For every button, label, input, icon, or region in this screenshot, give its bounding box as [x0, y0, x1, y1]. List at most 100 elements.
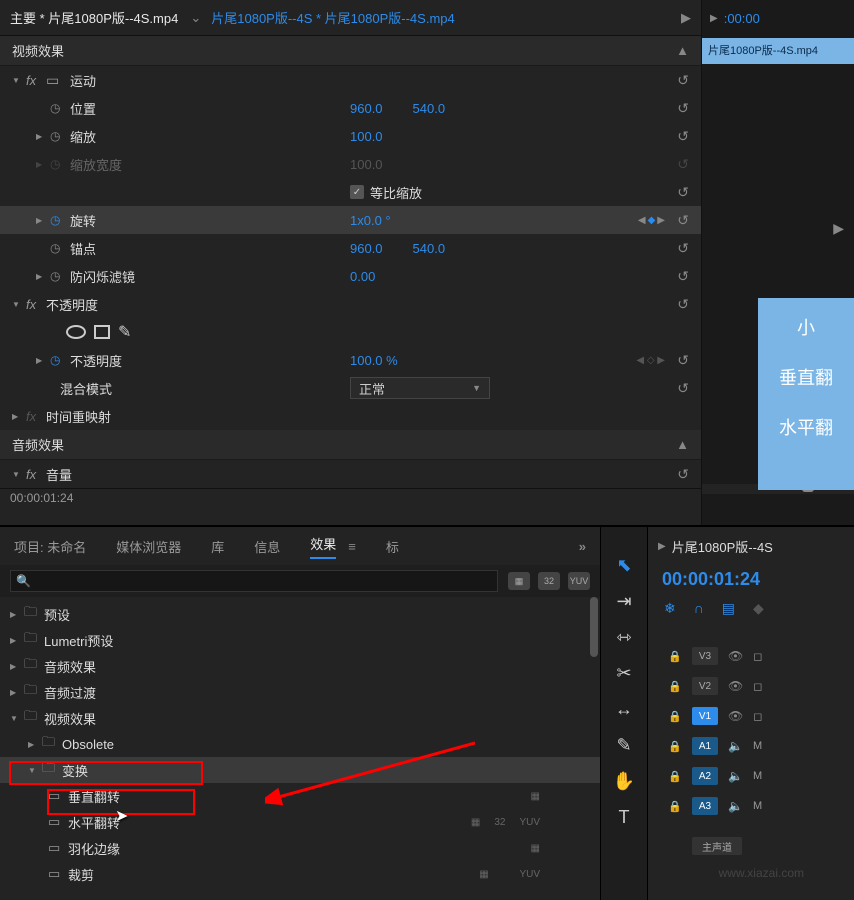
folder-audio-trans[interactable]: 🗀音频过渡: [0, 679, 600, 705]
pen-mask-button[interactable]: ✎: [118, 322, 131, 342]
magnet-icon[interactable]: ∩: [694, 600, 704, 617]
chevron-down-icon[interactable]: ⌄: [190, 10, 201, 26]
reset-icon[interactable]: ↺: [677, 72, 689, 89]
stopwatch-icon[interactable]: ◷: [50, 213, 70, 227]
breadcrumb[interactable]: 片尾1080P版--4S * 片尾1080P版--4S.mp4: [211, 8, 454, 27]
tab-effects[interactable]: 效果: [310, 534, 336, 559]
lock-icon[interactable]: 🔒: [668, 770, 682, 783]
lock-icon[interactable]: 🔒: [668, 680, 682, 693]
blend-mode-dropdown[interactable]: 正常 ▼: [350, 377, 490, 399]
arrow-down-icon[interactable]: [12, 299, 26, 310]
tab-info[interactable]: 信息: [254, 537, 280, 556]
effect-hflip[interactable]: ▭水平翻转▦32YUV: [0, 809, 600, 835]
search-input[interactable]: [10, 570, 498, 592]
lock-icon[interactable]: 🔒: [668, 740, 682, 753]
effects-tree[interactable]: 🗀预设 🗀Lumetri预设 🗀音频效果 🗀音频过渡 🗀视频效果 🗀Obsole…: [0, 597, 600, 893]
sequence-name[interactable]: 片尾1080P版--4S: [672, 537, 773, 556]
track-master[interactable]: 主声道: [648, 831, 854, 861]
time-remap-effect[interactable]: fx 时间重映射: [0, 402, 701, 430]
track-a1[interactable]: 🔒A1🔈M: [648, 731, 854, 761]
mute-icon[interactable]: 🔈: [728, 769, 743, 783]
rotation-value[interactable]: 1x0.0 °: [350, 213, 391, 228]
stopwatch-icon[interactable]: ◷: [50, 241, 70, 255]
effect-vflip[interactable]: ▭垂直翻转▦: [0, 783, 600, 809]
clip-tab-active[interactable]: 主要 * 片尾1080P版--4S.mp4: [10, 8, 178, 27]
scale-property[interactable]: ◷ 缩放 100.0 ↺: [0, 122, 701, 150]
32bit-badge[interactable]: 32: [538, 572, 560, 590]
reset-icon[interactable]: ↺: [677, 100, 689, 117]
scale-value[interactable]: 100.0: [350, 129, 383, 144]
stopwatch-icon[interactable]: ◷: [50, 129, 70, 143]
accelerated-badge[interactable]: ▦: [508, 572, 530, 590]
tab-markers[interactable]: 标: [386, 537, 399, 556]
opacity-value[interactable]: 100.0 %: [350, 353, 398, 368]
slip-tool[interactable]: ↔: [601, 691, 647, 727]
play-icon[interactable]: ▶: [710, 13, 718, 24]
antiflicker-value[interactable]: 0.00: [350, 269, 375, 284]
reset-icon[interactable]: ↺: [677, 466, 689, 483]
effect-feather[interactable]: ▭羽化边缘▦: [0, 835, 600, 861]
stopwatch-icon[interactable]: ◷: [50, 353, 70, 367]
track-v1[interactable]: 🔒V1👁◻: [648, 701, 854, 731]
arrow-right-icon[interactable]: [36, 271, 50, 282]
audio-effects-header[interactable]: 音频效果 ▲: [0, 430, 701, 460]
tab-project[interactable]: 项目: 未命名: [14, 537, 86, 556]
linked-selection-icon[interactable]: ▤: [722, 600, 735, 617]
keyframe-nav[interactable]: ◀ ◇ ▶: [636, 355, 665, 366]
eye-icon[interactable]: 👁: [728, 649, 743, 663]
folder-presets[interactable]: 🗀预设: [0, 601, 600, 627]
position-x[interactable]: 960.0: [350, 101, 383, 116]
keyframe-nav[interactable]: ◀ ◆ ▶: [638, 215, 665, 226]
eye-icon[interactable]: 👁: [728, 709, 743, 723]
overflow-icon[interactable]: »: [579, 539, 586, 554]
scrollbar-thumb[interactable]: [590, 597, 598, 657]
video-effects-header[interactable]: 视频效果 ▲: [0, 36, 701, 66]
reset-icon[interactable]: ↺: [677, 184, 689, 201]
tab-media-browser[interactable]: 媒体浏览器: [116, 537, 181, 556]
volume-effect[interactable]: fx 音量 ↺: [0, 460, 701, 488]
chevron-icon[interactable]: ▶: [658, 541, 666, 552]
ellipse-mask-button[interactable]: [66, 325, 86, 339]
stopwatch-icon[interactable]: ◷: [50, 101, 70, 115]
position-property[interactable]: ◷ 位置 960.0 540.0 ↺: [0, 94, 701, 122]
folder-audio-fx[interactable]: 🗀音频效果: [0, 653, 600, 679]
reset-icon[interactable]: ↺: [677, 240, 689, 257]
reset-icon[interactable]: ↺: [677, 128, 689, 145]
collapse-icon[interactable]: ▲: [676, 43, 689, 58]
snap-icon[interactable]: ❄: [664, 600, 676, 617]
selection-tool[interactable]: ⬉: [601, 547, 647, 583]
arrow-right-icon[interactable]: ▶: [681, 10, 691, 26]
opacity-effect[interactable]: fx 不透明度 ↺: [0, 290, 701, 318]
reset-icon[interactable]: ↺: [677, 380, 689, 397]
markers-icon[interactable]: ◆: [753, 600, 764, 617]
folder-obsolete[interactable]: 🗀Obsolete: [0, 731, 600, 757]
arrow-right-icon[interactable]: [36, 355, 50, 366]
opacity-value-property[interactable]: ◷ 不透明度 100.0 % ◀ ◇ ▶ ↺: [0, 346, 701, 374]
fx-icon[interactable]: fx: [26, 297, 46, 312]
fx-icon[interactable]: fx: [26, 467, 46, 482]
eye-icon[interactable]: 👁: [728, 679, 743, 693]
rotation-property[interactable]: ◷ 旋转 1x0.0 ° ◀ ◆ ▶ ↺: [0, 206, 701, 234]
timeline-timecode[interactable]: 00:00:01:24: [648, 565, 854, 594]
reset-icon[interactable]: ↺: [677, 296, 689, 313]
anchor-property[interactable]: ◷ 锚点 960.0 540.0 ↺: [0, 234, 701, 262]
tab-library[interactable]: 库: [211, 537, 224, 556]
rect-mask-button[interactable]: [94, 325, 110, 339]
folder-lumetri[interactable]: 🗀Lumetri预设: [0, 627, 600, 653]
hand-tool[interactable]: ✋: [601, 763, 647, 799]
lock-icon[interactable]: 🔒: [668, 800, 682, 813]
folder-transform[interactable]: 🗀变换: [0, 757, 600, 783]
arrow-right-icon[interactable]: [12, 411, 26, 422]
lock-icon[interactable]: 🔒: [668, 650, 682, 663]
stopwatch-icon[interactable]: ◷: [50, 269, 70, 283]
antiflicker-property[interactable]: ◷ 防闪烁滤镜 0.00 ↺: [0, 262, 701, 290]
collapse-icon[interactable]: ▲: [676, 437, 689, 452]
arrow-down-icon[interactable]: [12, 469, 26, 480]
effect-crop[interactable]: ▭裁剪▦ YUV: [0, 861, 600, 887]
blend-mode-property[interactable]: 混合模式 正常 ▼ ↺: [0, 374, 701, 402]
track-a3[interactable]: 🔒A3🔈M: [648, 791, 854, 821]
track-select-tool[interactable]: ⇥: [601, 583, 647, 619]
motion-effect[interactable]: fx ▭ 运动 ↺: [0, 66, 701, 94]
lock-icon[interactable]: 🔒: [668, 710, 682, 723]
razor-tool[interactable]: ✂: [601, 655, 647, 691]
